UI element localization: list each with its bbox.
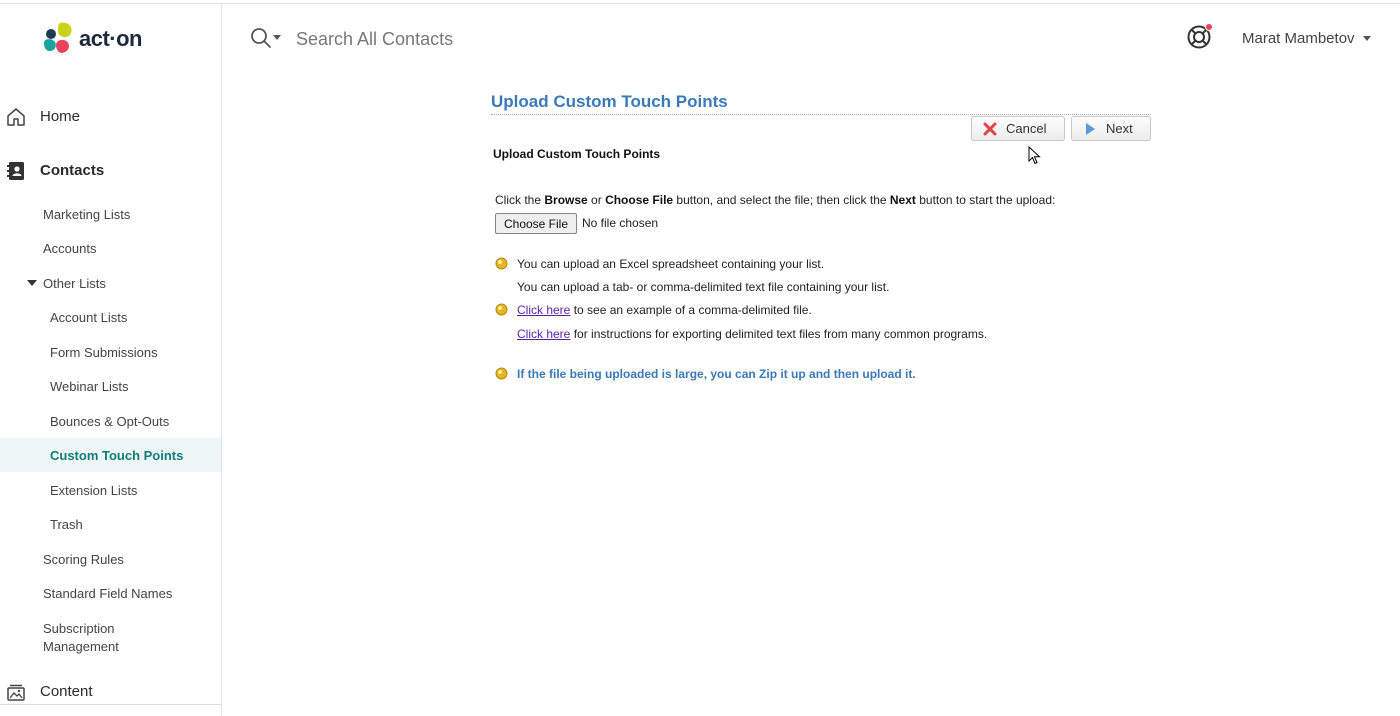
export-instructions-link[interactable]: Click here: [517, 327, 570, 341]
content-icon: [7, 684, 25, 701]
nav-subscription-line2: Management: [43, 639, 119, 654]
note-instructions: Click here for instructions for exportin…: [517, 327, 987, 341]
nav-home-label: Home: [40, 107, 81, 125]
search-scope-caret-icon[interactable]: [273, 35, 281, 40]
nav-contacts-label: Contacts: [40, 161, 105, 179]
nav-other-lists-label: Other Lists: [43, 275, 106, 291]
act-on-logo-icon: [44, 22, 72, 53]
next-button[interactable]: Next: [1071, 116, 1151, 141]
section-title: Upload Custom Touch Points: [493, 147, 661, 161]
nav-accounts-label: Accounts: [43, 240, 97, 256]
sidebar: act·on Home Contacts Marketing Lists Acc…: [0, 4, 222, 716]
page-title: Upload Custom Touch Points: [491, 92, 728, 111]
cancel-button[interactable]: Cancel: [971, 116, 1065, 141]
instr-browse: Browse: [544, 193, 588, 207]
instr-choose-file: Choose File: [605, 193, 674, 207]
logo[interactable]: act·on: [42, 19, 143, 59]
nav-scoring-rules-label: Scoring Rules: [43, 551, 124, 567]
instr-text-1: Click the: [495, 193, 545, 207]
choose-file-button[interactable]: Choose File: [495, 213, 577, 234]
example-file-link[interactable]: Click here: [517, 303, 570, 317]
mouse-cursor-icon: [1028, 146, 1041, 165]
nav-accounts[interactable]: Accounts: [0, 231, 221, 265]
nav-marketing-lists[interactable]: Marketing Lists: [0, 197, 221, 231]
contacts-icon: [7, 162, 24, 180]
chevron-down-icon: [1362, 35, 1371, 41]
cancel-button-label: Cancel: [1006, 121, 1047, 136]
nav-marketing-lists-label: Marketing Lists: [43, 206, 131, 222]
upload-instructions: Click the Browse or Choose File button, …: [495, 193, 1055, 207]
note-example-text: to see an example of a comma-delimited f…: [570, 303, 812, 317]
nav-form-submissions-label: Form Submissions: [50, 344, 158, 360]
note-zip: If the file being uploaded is large, you…: [517, 367, 916, 381]
nav-trash-label: Trash: [50, 516, 83, 532]
note-instructions-text: for instructions for exporting delimited…: [570, 327, 988, 341]
nav-home[interactable]: Home: [0, 98, 221, 134]
help-lifebuoy-icon[interactable]: [1186, 23, 1214, 51]
note-example: Click here to see an example of a comma-…: [517, 303, 812, 317]
nav-extension-lists-label: Extension Lists: [50, 482, 138, 498]
nav-form-submissions[interactable]: Form Submissions: [0, 335, 221, 369]
chevron-down-icon[interactable]: [27, 280, 37, 286]
nav-account-lists[interactable]: Account Lists: [0, 300, 221, 334]
search-icon[interactable]: [250, 27, 272, 49]
bullet-icon: [495, 367, 508, 380]
nav-subscription-label: Subscription Management: [43, 620, 119, 656]
nav-subscription-line1: Subscription: [43, 621, 115, 636]
nav-other-lists[interactable]: Other Lists: [0, 266, 221, 300]
note-tab-delimited: You can upload a tab- or comma-delimited…: [517, 280, 890, 294]
cancel-x-icon: [983, 122, 997, 135]
nav-webinar-lists-label: Webinar Lists: [50, 378, 129, 394]
nav-trash[interactable]: Trash: [0, 507, 221, 541]
nav-contacts[interactable]: Contacts: [0, 152, 221, 188]
file-status: No file chosen: [582, 216, 659, 230]
instr-text-3: button, and select the file; then click …: [673, 193, 890, 207]
nav-bounces-label: Bounces & Opt-Outs: [50, 413, 170, 429]
nav-custom-touch-points[interactable]: Custom Touch Points: [0, 438, 221, 472]
nav-scoring-rules[interactable]: Scoring Rules: [0, 542, 221, 576]
instr-text-4: button to start the upload:: [915, 193, 1056, 207]
title-divider: [491, 114, 1151, 115]
user-menu[interactable]: Marat Mambetov: [1242, 28, 1371, 48]
bullet-icon: [495, 257, 508, 270]
nav-extension-lists[interactable]: Extension Lists: [0, 473, 221, 507]
sidebar-divider: [0, 704, 221, 705]
user-name: Marat Mambetov: [1242, 29, 1355, 47]
nav-standard-field-names[interactable]: Standard Field Names: [0, 576, 221, 610]
nav-account-lists-label: Account Lists: [50, 309, 128, 325]
instr-next: Next: [889, 193, 916, 207]
nav-webinar-lists[interactable]: Webinar Lists: [0, 369, 221, 403]
next-button-label: Next: [1106, 121, 1133, 136]
note-excel: You can upload an Excel spreadsheet cont…: [517, 257, 825, 271]
next-arrow-icon: [1086, 122, 1095, 135]
nav-bounces-opt-outs[interactable]: Bounces & Opt-Outs: [0, 404, 221, 438]
home-icon: [7, 108, 25, 126]
logo-text: act·on: [79, 26, 143, 51]
instr-text-2: or: [587, 193, 606, 207]
bullet-icon: [495, 303, 508, 316]
nav-standard-field-names-label: Standard Field Names: [43, 585, 173, 601]
nav-subscription-management[interactable]: Subscription Management: [0, 616, 221, 660]
nav-content-label: Content: [40, 682, 93, 700]
search-input[interactable]: [296, 26, 796, 52]
nav-custom-touch-points-label: Custom Touch Points: [50, 447, 184, 463]
